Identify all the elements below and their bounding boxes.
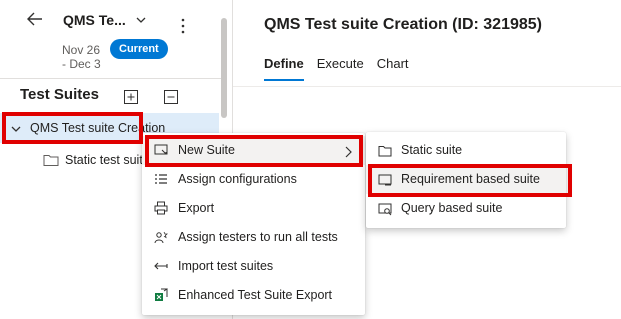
iteration-dropdown[interactable]: QMS Te...	[55, 6, 157, 34]
dates-start: Nov 26	[62, 43, 101, 57]
tree-item-label: Static test suite	[65, 153, 150, 167]
chevron-right-icon	[344, 145, 352, 163]
chevron-down-icon	[135, 13, 147, 31]
list-icon	[154, 172, 168, 186]
menu-item-enhanced-export[interactable]: Enhanced Test Suite Export	[142, 281, 365, 310]
tab-execute[interactable]: Execute	[317, 56, 364, 81]
submenu-item-requirement-suite[interactable]: Requirement based suite	[366, 165, 566, 194]
dates-end: - Dec 3	[62, 57, 101, 71]
menu-item-label: New Suite	[178, 143, 235, 157]
iteration-dates: Nov 26 - Dec 3	[62, 43, 101, 71]
menu-item-label: Enhanced Test Suite Export	[178, 288, 333, 302]
expand-all-icon[interactable]	[124, 90, 138, 104]
new-suite-icon	[154, 143, 168, 157]
import-arrow-icon	[154, 259, 168, 273]
tab-define[interactable]: Define	[264, 56, 304, 81]
context-menu: New Suite Assign configurations Export A…	[142, 133, 365, 315]
menu-item-export[interactable]: Export	[142, 194, 365, 223]
menu-item-import-test-suites[interactable]: Import test suites	[142, 252, 365, 281]
query-suite-icon	[378, 202, 392, 216]
menu-item-label: Assign configurations	[178, 172, 297, 186]
submenu-item-label: Requirement based suite	[401, 172, 540, 186]
iteration-label: QMS Te...	[63, 12, 126, 28]
divider	[233, 86, 621, 87]
new-suite-submenu: Static suite Requirement based suite Que…	[366, 132, 566, 228]
tab-bar: Define Execute Chart	[264, 56, 409, 81]
page-title: QMS Test suite Creation (ID: 321985)	[264, 16, 542, 33]
folder-icon	[378, 144, 392, 158]
test-suites-heading: Test Suites	[20, 86, 99, 103]
menu-item-label: Export	[178, 201, 215, 215]
menu-item-assign-testers[interactable]: Assign testers to run all tests	[142, 223, 365, 252]
collapse-all-icon[interactable]	[164, 90, 178, 104]
print-icon	[154, 201, 168, 215]
submenu-item-query-suite[interactable]: Query based suite	[366, 194, 566, 223]
current-badge: Current	[110, 39, 168, 59]
more-options-icon[interactable]	[176, 16, 190, 38]
divider	[0, 78, 221, 79]
submenu-item-label: Query based suite	[401, 201, 503, 215]
scrollbar-thumb[interactable]	[221, 18, 227, 118]
menu-item-label: Import test suites	[178, 259, 274, 273]
submenu-item-label: Static suite	[401, 143, 463, 157]
menu-item-assign-configurations[interactable]: Assign configurations	[142, 165, 365, 194]
tab-chart[interactable]: Chart	[377, 56, 409, 81]
back-arrow-icon[interactable]	[24, 8, 46, 30]
excel-export-icon	[154, 288, 168, 302]
folder-icon	[43, 153, 59, 172]
people-icon	[154, 230, 169, 244]
menu-item-label: Assign testers to run all tests	[178, 230, 338, 244]
submenu-item-static-suite[interactable]: Static suite	[366, 136, 566, 165]
chevron-down-icon[interactable]	[10, 122, 22, 140]
menu-item-new-suite[interactable]: New Suite	[142, 136, 365, 165]
requirement-suite-icon	[378, 173, 392, 187]
